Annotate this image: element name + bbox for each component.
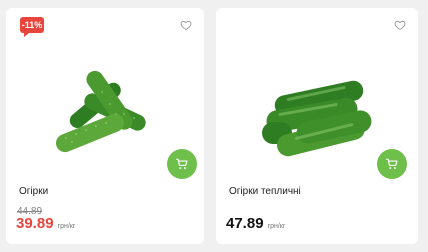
heart-outline-icon[interactable] [180,19,192,31]
cart-icon [176,158,188,170]
price-unit: грн/кг [267,223,286,230]
add-to-cart-button[interactable] [167,149,197,179]
product-name[interactable]: Огірки [19,186,48,197]
product-card[interactable]: Огірки тепличні 47.89 грн/кг [216,8,418,244]
price-row: 39.89 грн/кг [16,215,75,232]
price: 39.89 [16,215,54,232]
product-card[interactable]: -11% Огірки 44.89 39.89 грн/кг [6,8,204,244]
heart-outline-icon[interactable] [394,19,406,31]
product-name[interactable]: Огірки тепличні [229,186,301,197]
price-row: 47.89 грн/кг [226,215,285,232]
price: 47.89 [226,215,264,232]
discount-badge: -11% [20,17,44,37]
price-unit: грн/кг [57,223,76,230]
cart-icon [386,158,398,170]
add-to-cart-button[interactable] [377,149,407,179]
